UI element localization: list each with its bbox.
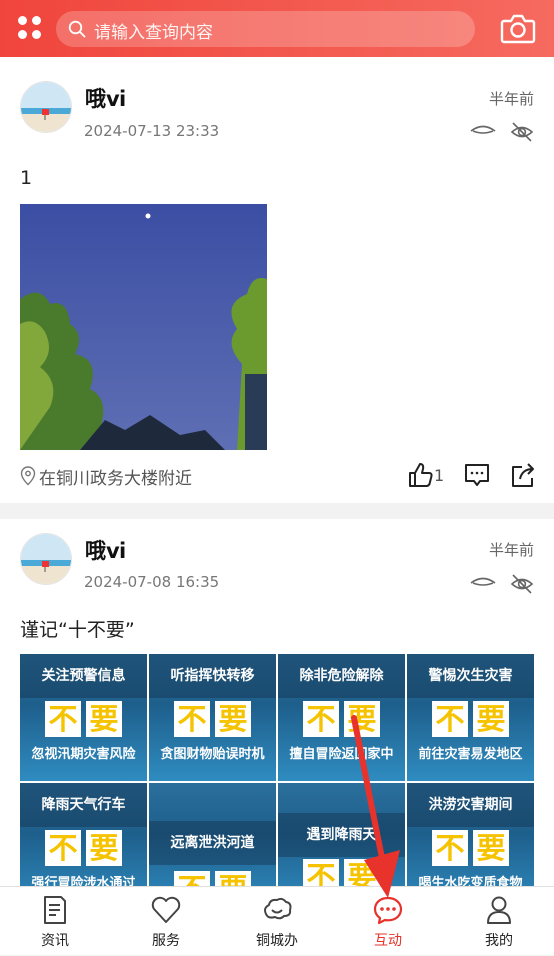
grid-image[interactable]: 洪涝灾害期间 不 要 喝生水吃变质食物 [407, 783, 534, 886]
eye-icon[interactable] [469, 575, 497, 591]
camera-icon[interactable] [500, 11, 536, 45]
post-text: 1 [20, 167, 33, 189]
tile-title: 关注预警信息 [41, 668, 126, 684]
tile-caption: 前往灾害易发地区 [418, 747, 523, 762]
search-input[interactable]: 请输入查询内容 [56, 11, 475, 47]
grid-image[interactable]: 除非危险解除 不 要 擅自冒险返回家中 [278, 654, 405, 781]
tile-main-char: 要 [347, 860, 377, 886]
tile-main-char: 要 [89, 831, 119, 865]
tab-label: 服务 [152, 933, 180, 949]
grid-image[interactable]: 听指挥快转移 不 要 贪图财物贻误时机 [149, 654, 276, 781]
tile-main-char: 要 [476, 702, 506, 736]
relative-time: 半年前 [488, 90, 534, 108]
image-grid: 关注预警信息 不 要 忽视汛期灾害风险 听指挥快转移 不 要 贪图财物贻误时机 … [20, 654, 535, 886]
bottom-tab-bar: 资讯 服务 铜城办 互动 我的 [0, 886, 554, 955]
tile-main-char: 要 [347, 702, 377, 736]
tile-caption: 忽视汛期灾害风险 [31, 747, 136, 762]
tile-main-char: 要 [218, 702, 248, 736]
tile-main-char: 不 [48, 702, 78, 736]
chat-icon [373, 896, 403, 925]
tab-service[interactable]: 服务 [111, 887, 221, 956]
tile-main-char: 不 [177, 702, 207, 736]
grid-image[interactable]: 遇到降雨天 不 要 [278, 783, 405, 886]
news-icon [44, 896, 66, 924]
top-bar: 请输入查询内容 [0, 0, 554, 57]
hide-eye-icon[interactable] [510, 121, 534, 143]
tile-main-char: 不 [435, 831, 465, 865]
tile-main-char: 不 [435, 702, 465, 736]
tile-main-char: 不 [306, 860, 336, 886]
comment-icon[interactable] [464, 461, 490, 489]
tile-caption: 喝生水吃变质食物 [418, 876, 523, 886]
grid-image[interactable]: 降雨天气行车 不 要 强行冒险涉水通过 [20, 783, 147, 886]
tab-mine[interactable]: 我的 [444, 887, 554, 956]
tile-main-char: 不 [306, 702, 336, 736]
cloud-icon [264, 897, 292, 920]
tile-main-char: 要 [89, 702, 119, 736]
post-time: 2024-07-13 23:33 [84, 122, 220, 140]
tab-tongcheng[interactable]: 铜城办 [222, 887, 332, 956]
relative-time: 半年前 [488, 541, 534, 559]
tile-main-char: 要 [476, 831, 506, 865]
location-text: 在铜川政务大楼附近 [39, 468, 192, 489]
tile-main-char: 要 [215, 871, 251, 886]
grid-image[interactable]: 关注预警信息 不 要 忽视汛期灾害风险 [20, 654, 147, 781]
like-count: 1 [434, 466, 445, 485]
post-card[interactable]: 哦ⅵ 2024-07-13 23:33 半年前 1 在铜川政务大楼附近 1 [0, 57, 554, 503]
post-text: 谨记“十不要” [20, 619, 135, 641]
post-time: 2024-07-08 16:35 [84, 573, 220, 591]
tile-caption: 贪图财物贻误时机 [160, 747, 265, 762]
search-icon [68, 20, 86, 38]
tab-label: 铜城办 [256, 933, 298, 949]
tile-title: 除非危险解除 [299, 668, 384, 684]
heart-icon [151, 896, 181, 923]
tile-caption: 强行冒险涉水通过 [31, 876, 136, 886]
username[interactable]: 哦ⅵ [85, 535, 126, 565]
tab-label: 互动 [374, 933, 402, 949]
avatar[interactable] [20, 533, 72, 585]
thumbs-up-icon[interactable] [408, 461, 434, 489]
tab-label: 我的 [485, 933, 513, 949]
username[interactable]: 哦ⅵ [85, 83, 126, 113]
tile-title: 降雨天气行车 [41, 797, 126, 813]
hide-eye-icon[interactable] [510, 573, 534, 595]
avatar[interactable] [20, 81, 72, 133]
post-photo[interactable] [20, 204, 267, 450]
person-icon [487, 896, 511, 924]
tab-news[interactable]: 资讯 [0, 887, 110, 956]
tile-title: 遇到降雨天 [306, 827, 377, 843]
tile-title: 警惕次生灾害 [428, 668, 513, 684]
location[interactable]: 在铜川政务大楼附近 [20, 464, 192, 489]
tile-title: 洪涝灾害期间 [428, 797, 513, 813]
tab-interact[interactable]: 互动 [333, 887, 443, 956]
grid-image[interactable]: 远离泄洪河道 不 要 [149, 783, 276, 886]
tile-main-char: 不 [48, 831, 78, 865]
tile-title: 听指挥快转移 [170, 668, 255, 684]
search-placeholder: 请输入查询内容 [94, 23, 213, 43]
post-card[interactable]: 哦ⅵ 2024-07-08 16:35 半年前 谨记“十不要” 关注预警信息 不… [0, 519, 554, 886]
tab-label: 资讯 [41, 933, 69, 949]
tile-title: 远离泄洪河道 [170, 835, 255, 851]
eye-icon[interactable] [469, 123, 497, 139]
tile-caption: 擅自冒险返回家中 [289, 747, 394, 762]
grid-dots-icon[interactable] [18, 16, 42, 40]
location-pin-icon [20, 466, 36, 486]
post-feed: 哦ⅵ 2024-07-13 23:33 半年前 1 在铜川政务大楼附近 1 哦ⅵ… [0, 57, 554, 886]
tile-main-char: 不 [174, 871, 210, 886]
share-icon[interactable] [510, 461, 536, 489]
grid-image[interactable]: 警惕次生灾害 不 要 前往灾害易发地区 [407, 654, 534, 781]
